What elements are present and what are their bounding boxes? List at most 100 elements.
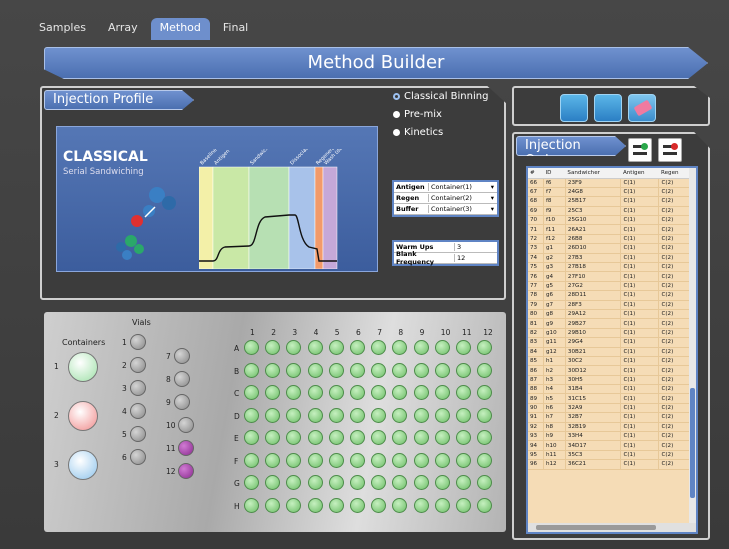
well-G1[interactable]	[244, 475, 259, 490]
well-H7[interactable]	[371, 497, 387, 513]
well-A11[interactable]	[456, 340, 471, 355]
delete-row-icon[interactable]	[658, 138, 682, 162]
well-A2[interactable]	[265, 340, 281, 355]
vertical-scroll-thumb[interactable]	[690, 388, 695, 498]
well-B11[interactable]	[456, 362, 471, 378]
setting-input[interactable]: 3	[454, 243, 497, 251]
tab-array[interactable]: Array	[99, 18, 147, 40]
well-E1[interactable]	[244, 430, 259, 445]
well-B2[interactable]	[265, 362, 281, 378]
vial-4[interactable]	[130, 403, 146, 419]
well-D3[interactable]	[286, 407, 302, 423]
table-row[interactable]: 82 g10 29B10 C(1) C(2)	[528, 328, 691, 339]
vial-9[interactable]	[174, 394, 190, 410]
well-G11[interactable]	[456, 475, 471, 490]
well-D11[interactable]	[456, 407, 471, 423]
well-D6[interactable]	[350, 407, 365, 423]
table-row[interactable]: 81 g9 29B27 C(1) C(2)	[528, 318, 691, 329]
option-pre-mix[interactable]: Pre-mix	[393, 109, 442, 120]
well-D2[interactable]	[265, 407, 281, 423]
well-G8[interactable]	[392, 475, 408, 490]
table-row[interactable]: 67 f7 24G8 C(1) C(2)	[528, 187, 691, 198]
well-A10[interactable]	[434, 340, 450, 355]
well-E4[interactable]	[307, 430, 323, 445]
vial-11[interactable]	[178, 440, 194, 456]
well-E11[interactable]	[456, 430, 471, 445]
well-F9[interactable]	[413, 452, 429, 468]
vertical-scrollbar[interactable]	[689, 168, 696, 524]
well-D4[interactable]	[307, 407, 323, 423]
table-row[interactable]: 92 h8 32B19 C(1) C(2)	[528, 422, 691, 433]
well-A7[interactable]	[371, 340, 387, 355]
well-D9[interactable]	[413, 407, 429, 423]
well-A12[interactable]	[477, 340, 493, 355]
well-E5[interactable]	[328, 430, 344, 445]
table-row[interactable]: 94 h10 34D17 C(1) C(2)	[528, 440, 691, 451]
horizontal-scrollbar[interactable]	[528, 523, 696, 532]
well-F6[interactable]	[350, 452, 365, 468]
well-G12[interactable]	[477, 475, 493, 490]
well-H1[interactable]	[244, 497, 259, 513]
well-C12[interactable]	[477, 385, 493, 400]
well-B8[interactable]	[392, 362, 408, 378]
vial-3[interactable]	[130, 380, 146, 396]
well-G6[interactable]	[350, 475, 365, 490]
table-row[interactable]: 71 f11 26A21 C(1) C(2)	[528, 224, 691, 235]
table-row[interactable]: 89 h5 31C15 C(1) C(2)	[528, 393, 691, 404]
grid-layout-icon[interactable]	[594, 94, 622, 122]
well-F12[interactable]	[477, 452, 493, 468]
table-row[interactable]: 95 h11 35C3 C(1) C(2)	[528, 450, 691, 461]
well-F5[interactable]	[328, 452, 344, 468]
well-A1[interactable]	[244, 340, 259, 355]
horizontal-scroll-thumb[interactable]	[536, 525, 656, 530]
table-row[interactable]: 66 f6 23F9 C(1) C(2)	[528, 178, 691, 188]
well-C7[interactable]	[371, 385, 387, 400]
table-row[interactable]: 91 h7 32B7 C(1) C(2)	[528, 412, 691, 423]
table-row[interactable]: 69 f9 25C3 C(1) C(2)	[528, 206, 691, 217]
well-C11[interactable]	[456, 385, 471, 400]
well-B5[interactable]	[328, 362, 344, 378]
well-C2[interactable]	[265, 385, 281, 400]
container-3[interactable]	[68, 450, 98, 480]
option-classical-binning[interactable]: Classical Binning	[393, 91, 488, 102]
table-row[interactable]: 78 g6 28D11 C(1) C(2)	[528, 290, 691, 301]
table-row[interactable]: 88 h4 31B4 C(1) C(2)	[528, 384, 691, 395]
well-D5[interactable]	[328, 407, 344, 423]
table-row[interactable]: 79 g7 28F3 C(1) C(2)	[528, 300, 691, 310]
well-H5[interactable]	[328, 497, 344, 513]
table-row[interactable]: 96 h12 36C21 C(1) C(2)	[528, 459, 691, 470]
well-E7[interactable]	[371, 430, 387, 445]
table-row[interactable]: 70 f10 25G10 C(1) C(2)	[528, 215, 691, 226]
tab-method[interactable]: Method	[150, 18, 210, 40]
well-E8[interactable]	[392, 430, 408, 445]
well-H6[interactable]	[350, 497, 365, 513]
well-G9[interactable]	[413, 475, 429, 490]
well-C3[interactable]	[286, 385, 302, 400]
well-E3[interactable]	[286, 430, 302, 445]
table-row[interactable]: 76 g4 27F10 C(1) C(2)	[528, 271, 691, 282]
well-D7[interactable]	[371, 407, 387, 423]
well-F7[interactable]	[371, 452, 387, 468]
well-F2[interactable]	[265, 452, 281, 468]
well-A4[interactable]	[307, 340, 323, 355]
table-row[interactable]: 85 h1 30C2 C(1) C(2)	[528, 356, 691, 367]
table-row[interactable]: 73 g1 26D10 C(1) C(2)	[528, 243, 691, 254]
option-kinetics[interactable]: Kinetics	[393, 127, 443, 138]
well-B12[interactable]	[477, 362, 493, 378]
table-row[interactable]: 90 h6 32A9 C(1) C(2)	[528, 403, 691, 414]
well-B6[interactable]	[350, 362, 365, 378]
table-row[interactable]: 77 g5 27G2 C(1) C(2)	[528, 281, 691, 292]
well-H10[interactable]	[434, 497, 450, 513]
well-C6[interactable]	[350, 385, 365, 400]
well-H4[interactable]	[307, 497, 323, 513]
column-header[interactable]: Regen	[658, 168, 691, 179]
vial-8[interactable]	[174, 371, 190, 387]
table-row[interactable]: 84 g12 30B21 C(1) C(2)	[528, 347, 691, 357]
well-H11[interactable]	[456, 497, 471, 513]
column-header[interactable]: #	[528, 168, 544, 179]
vial-12[interactable]	[178, 463, 194, 479]
well-F1[interactable]	[244, 452, 259, 468]
well-C5[interactable]	[328, 385, 344, 400]
vial-2[interactable]	[130, 357, 146, 373]
well-B9[interactable]	[413, 362, 429, 378]
